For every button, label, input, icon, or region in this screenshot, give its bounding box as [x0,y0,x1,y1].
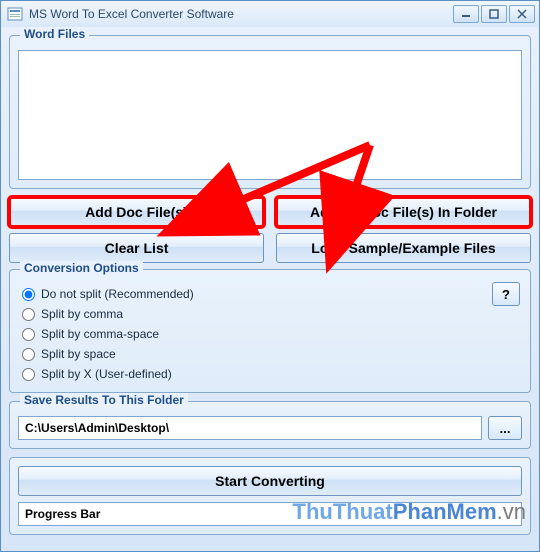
load-sample-button[interactable]: Load Sample/Example Files [276,233,531,263]
minimize-button[interactable] [453,5,479,23]
close-button[interactable] [509,5,535,23]
help-button[interactable]: ? [492,282,520,306]
path-row: ... [18,416,522,440]
application-window: MS Word To Excel Converter Software Word… [0,0,540,552]
add-all-doc-files-in-folder-button[interactable]: Add All Doc File(s) In Folder [276,197,531,227]
add-doc-files-button[interactable]: Add Doc File(s) [9,197,264,227]
progress-bar: Progress Bar [18,502,522,526]
window-title: MS Word To Excel Converter Software [29,7,234,21]
option-split-user-defined[interactable]: Split by X (User-defined) [18,364,522,384]
radio-split-space[interactable] [22,348,35,361]
file-listbox[interactable] [18,50,522,180]
option-split-space[interactable]: Split by space [18,344,522,364]
option-label: Do not split (Recommended) [41,287,194,301]
start-group: Start Converting Progress Bar [9,457,531,535]
clear-list-button[interactable]: Clear List [9,233,264,263]
start-converting-button[interactable]: Start Converting [18,466,522,496]
browse-folder-button[interactable]: ... [488,416,522,440]
conversion-options-legend: Conversion Options [20,261,143,275]
save-results-group: Save Results To This Folder ... [9,401,531,449]
titlebar: MS Word To Excel Converter Software [1,1,539,27]
option-label: Split by comma-space [41,327,159,341]
word-files-group: Word Files [9,35,531,189]
add-buttons-row: Add Doc File(s) Add All Doc File(s) In F… [9,197,531,227]
window-controls [453,5,535,23]
progress-label: Progress Bar [25,507,100,521]
conversion-options-group: Conversion Options ? Do not split (Recom… [9,269,531,393]
option-label: Split by space [41,347,116,361]
save-path-input[interactable] [18,416,482,440]
option-label: Split by X (User-defined) [41,367,172,381]
word-files-legend: Word Files [20,27,89,41]
radio-split-comma-space[interactable] [22,328,35,341]
titlebar-left: MS Word To Excel Converter Software [7,6,234,22]
radio-split-user-defined[interactable] [22,368,35,381]
radio-split-comma[interactable] [22,308,35,321]
radio-do-not-split[interactable] [22,288,35,301]
option-split-comma-space[interactable]: Split by comma-space [18,324,522,344]
maximize-button[interactable] [481,5,507,23]
option-split-comma[interactable]: Split by comma [18,304,522,324]
save-results-legend: Save Results To This Folder [20,393,188,407]
option-label: Split by comma [41,307,123,321]
app-icon [7,6,23,22]
client-area: Word Files Add Doc File(s) Add All Doc F… [1,27,539,551]
clear-load-row: Clear List Load Sample/Example Files [9,233,531,263]
option-do-not-split[interactable]: Do not split (Recommended) [18,284,522,304]
